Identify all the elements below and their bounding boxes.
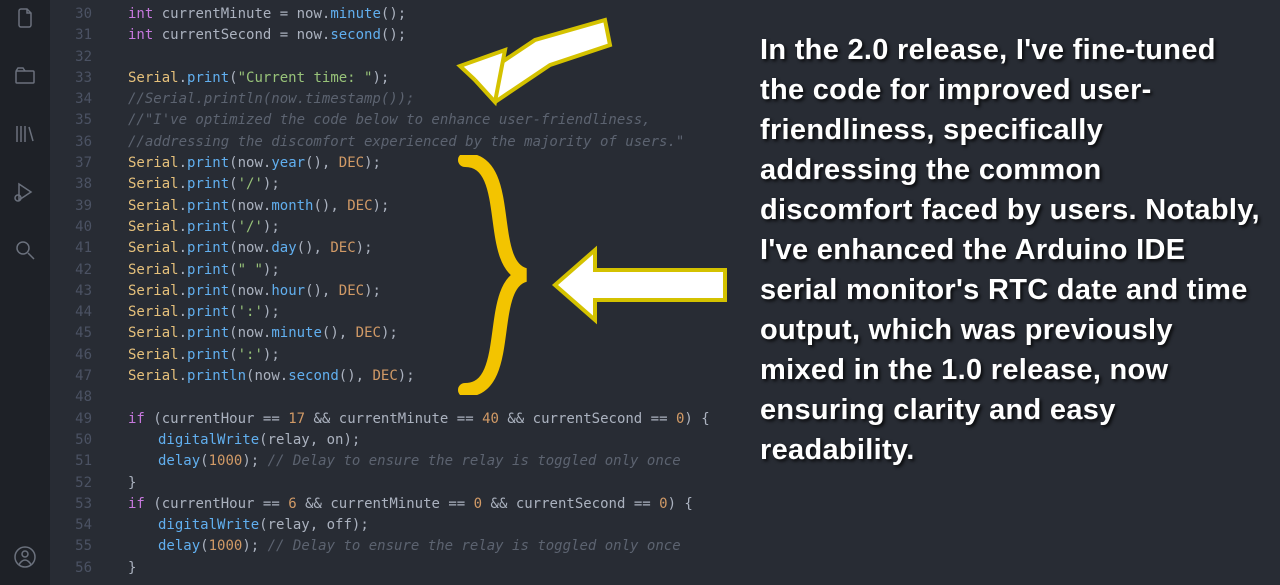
search-icon[interactable]: [11, 236, 39, 264]
code-line[interactable]: if (currentHour == 6 && currentMinute ==…: [110, 494, 1280, 515]
line-number: 35: [50, 110, 92, 131]
code-line[interactable]: }: [110, 558, 1280, 579]
debug-icon[interactable]: [11, 178, 39, 206]
line-number: 31: [50, 25, 92, 46]
line-number: 53: [50, 494, 92, 515]
activity-bar: [0, 0, 50, 585]
line-number: 34: [50, 89, 92, 110]
code-line[interactable]: }: [110, 473, 1280, 494]
line-number: 30: [50, 4, 92, 25]
line-number: 52: [50, 473, 92, 494]
line-number: 51: [50, 451, 92, 472]
line-number: 54: [50, 515, 92, 536]
line-number: 38: [50, 174, 92, 195]
code-line[interactable]: delay(1000); // Delay to ensure the rela…: [110, 536, 1280, 557]
release-notes-overlay: In the 2.0 release, I've fine-tuned the …: [760, 30, 1260, 470]
line-number: 37: [50, 153, 92, 174]
line-number: 45: [50, 323, 92, 344]
line-number: 41: [50, 238, 92, 259]
line-number: 46: [50, 345, 92, 366]
line-number: 42: [50, 260, 92, 281]
code-line[interactable]: int currentMinute = now.minute();: [110, 4, 1280, 25]
line-number: 44: [50, 302, 92, 323]
line-number: 40: [50, 217, 92, 238]
line-number: 32: [50, 47, 92, 68]
line-number: 55: [50, 536, 92, 557]
line-number-gutter: 3031323334353637383940414243444546474849…: [50, 0, 110, 585]
line-number: 49: [50, 409, 92, 430]
code-line[interactable]: digitalWrite(relay, off);: [110, 515, 1280, 536]
line-number: 36: [50, 132, 92, 153]
folder-icon[interactable]: [11, 62, 39, 90]
line-number: 56: [50, 558, 92, 579]
account-icon[interactable]: [11, 543, 39, 571]
line-number: 33: [50, 68, 92, 89]
line-number: 48: [50, 387, 92, 408]
books-icon[interactable]: [11, 120, 39, 148]
line-number: 47: [50, 366, 92, 387]
line-number: 39: [50, 196, 92, 217]
line-number: 43: [50, 281, 92, 302]
files-icon[interactable]: [11, 4, 39, 32]
line-number: 50: [50, 430, 92, 451]
